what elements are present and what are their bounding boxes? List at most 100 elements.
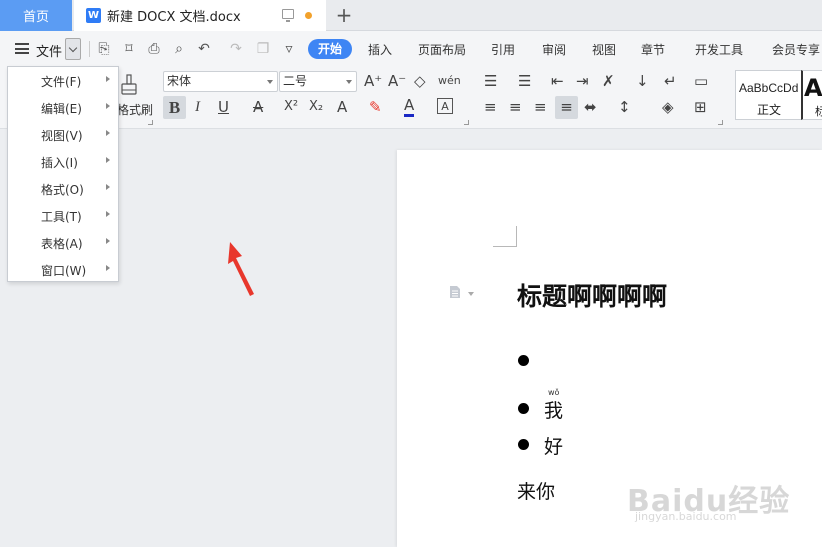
print-icon[interactable]: ⎙ bbox=[146, 41, 162, 57]
align-center-button[interactable]: ≡ bbox=[509, 97, 522, 117]
strikethrough-button[interactable]: A bbox=[253, 97, 263, 117]
group-expand-icon[interactable] bbox=[148, 120, 153, 125]
bullet-dot bbox=[518, 439, 529, 450]
paragraph-handle-icon[interactable] bbox=[449, 285, 461, 299]
ribbon-tab-start[interactable]: 开始 bbox=[308, 39, 353, 59]
subscript-button[interactable]: X₂ bbox=[309, 97, 323, 117]
style-heading[interactable]: A 标 bbox=[801, 70, 822, 120]
font-color-button[interactable]: A bbox=[404, 97, 415, 117]
group-expand-icon[interactable] bbox=[464, 120, 469, 125]
bullet-list-icon[interactable]: ☰ bbox=[484, 71, 497, 91]
menu-item-table[interactable]: 表格(A) bbox=[8, 229, 118, 256]
decrease-indent-icon[interactable]: ⇤ bbox=[551, 71, 564, 91]
submenu-arrow-icon bbox=[106, 211, 110, 217]
line-spacing-button[interactable]: ↕ bbox=[618, 97, 631, 117]
hamburger-menu-icon[interactable] bbox=[15, 43, 29, 54]
sort-icon[interactable]: ↓ bbox=[636, 71, 649, 91]
submenu-arrow-icon bbox=[106, 157, 110, 163]
font-family-value: 宋体 bbox=[167, 74, 192, 88]
numbered-list-icon[interactable]: ☰ bbox=[518, 71, 531, 91]
red-arrow-annotation bbox=[228, 242, 254, 296]
caret-down-icon bbox=[267, 80, 273, 84]
body-paragraph[interactable]: 来你 bbox=[517, 477, 555, 504]
ribbon-tab-references[interactable]: 引用 bbox=[491, 41, 515, 58]
menu-item-window[interactable]: 窗口(W) bbox=[8, 256, 118, 283]
shrink-font-icon[interactable]: A⁻ bbox=[388, 71, 406, 91]
ruler-icon[interactable]: ▭ bbox=[694, 71, 708, 91]
justify-button[interactable]: ≡ bbox=[555, 96, 578, 119]
document-heading[interactable]: 标题啊啊啊啊 bbox=[517, 277, 667, 313]
text-effect-button[interactable]: A bbox=[337, 97, 347, 117]
char-border-button[interactable]: A bbox=[437, 98, 453, 114]
clear-format-icon[interactable]: ◇ bbox=[414, 71, 426, 91]
style-heading-label: 标 bbox=[815, 105, 822, 118]
chinese-layout-icon[interactable]: ✗ bbox=[602, 71, 615, 91]
menu-item-label: 表格(A) bbox=[41, 237, 83, 251]
chevron-down-icon bbox=[68, 43, 78, 53]
ribbon-tab-page-layout[interactable]: 页面布局 bbox=[418, 41, 466, 58]
submenu-arrow-icon bbox=[106, 76, 110, 82]
save-icon[interactable]: ⎘ bbox=[96, 41, 112, 57]
menu-item-insert[interactable]: 插入(I) bbox=[8, 148, 118, 175]
menu-item-format[interactable]: 格式(O) bbox=[8, 175, 118, 202]
format-painter-brush-icon[interactable] bbox=[120, 74, 138, 98]
file-menu-dropdown-toggle[interactable] bbox=[65, 38, 81, 60]
highlight-color-button[interactable]: ✎ bbox=[369, 97, 382, 117]
ribbon-toolbar: 格式刷 宋体 二号 A⁺ A⁻ ◇ wén ☰ ☰ ⇤ ⇥ ✗ ↓ ↵ ▭ B … bbox=[0, 65, 822, 129]
ribbon-tab-member[interactable]: 会员专享 bbox=[772, 41, 820, 58]
ribbon-tab-review[interactable]: 审阅 bbox=[542, 41, 566, 58]
group-expand-icon[interactable] bbox=[718, 120, 723, 125]
format-painter-label[interactable]: 格式刷 bbox=[117, 101, 153, 118]
ribbon-tab-developer[interactable]: 开发工具 bbox=[695, 41, 743, 58]
submenu-arrow-icon bbox=[106, 184, 110, 190]
watermark-url: jingyan.baidu.com bbox=[635, 510, 737, 523]
menu-item-file[interactable]: 文件(F) bbox=[8, 67, 118, 94]
distribute-button[interactable]: ⬌ bbox=[584, 97, 597, 117]
caret-down-icon[interactable] bbox=[468, 292, 474, 296]
caret-down-icon bbox=[346, 80, 352, 84]
bold-button[interactable]: B bbox=[163, 96, 186, 119]
grow-font-icon[interactable]: A⁺ bbox=[364, 71, 382, 91]
menu-item-tools[interactable]: 工具(T) bbox=[8, 202, 118, 229]
file-menu-button[interactable]: 文件 bbox=[36, 41, 62, 60]
new-tab-button[interactable]: + bbox=[334, 3, 354, 27]
undo-icon[interactable]: ↶ bbox=[196, 41, 212, 57]
screen-icon[interactable] bbox=[282, 9, 294, 22]
copy-icon[interactable]: ❐ bbox=[255, 41, 271, 57]
font-size-select[interactable]: 二号 bbox=[279, 71, 357, 92]
list-item[interactable]: 我 bbox=[544, 396, 563, 423]
style-normal[interactable]: AaBbCcDd 正文 bbox=[735, 70, 805, 120]
menu-row: 文件 ⎘ ⌑ ⎙ ⌕ ↶ ↷ ❐ ▿ 开始 插入 页面布局 引用 审阅 视图 章… bbox=[0, 31, 822, 65]
borders-button[interactable]: ⊞ bbox=[694, 97, 707, 117]
print-preview-icon[interactable]: ⌕ bbox=[171, 41, 187, 57]
ribbon-tab-insert[interactable]: 插入 bbox=[368, 41, 392, 58]
menu-item-edit[interactable]: 编辑(E) bbox=[8, 94, 118, 121]
increase-indent-icon[interactable]: ⇥ bbox=[576, 71, 589, 91]
redo-icon[interactable]: ↷ bbox=[228, 41, 244, 57]
style-normal-sample: AaBbCcDd bbox=[739, 81, 799, 95]
format-painter-icon[interactable]: ⌑ bbox=[121, 41, 137, 57]
pinyin-guide-icon[interactable]: wén bbox=[438, 71, 461, 91]
tab-document[interactable]: W 新建 DOCX 文档.docx bbox=[74, 0, 326, 31]
style-normal-label: 正文 bbox=[757, 103, 782, 117]
ribbon-tab-section[interactable]: 章节 bbox=[641, 41, 665, 58]
tab-bar: 首页 W 新建 DOCX 文档.docx + bbox=[0, 0, 822, 31]
font-family-select[interactable]: 宋体 bbox=[163, 71, 278, 92]
italic-button[interactable]: I bbox=[195, 97, 200, 117]
list-item[interactable]: 好 bbox=[544, 432, 563, 459]
align-right-button[interactable]: ≡ bbox=[534, 97, 547, 117]
more-icon[interactable]: ▿ bbox=[281, 41, 297, 57]
menu-item-view[interactable]: 视图(V) bbox=[8, 121, 118, 148]
tab-home[interactable]: 首页 bbox=[0, 0, 72, 31]
style-heading-sample: A bbox=[804, 74, 822, 102]
align-left-button[interactable]: ≡ bbox=[484, 97, 497, 117]
file-dropdown-menu: 文件(F) 编辑(E) 视图(V) 插入(I) 格式(O) 工具(T) 表格(A… bbox=[7, 66, 119, 282]
menu-item-label: 工具(T) bbox=[41, 210, 82, 224]
ribbon-tab-view[interactable]: 视图 bbox=[592, 41, 616, 58]
superscript-button[interactable]: X² bbox=[284, 97, 298, 117]
underline-button[interactable]: U bbox=[218, 97, 229, 117]
shading-button[interactable]: ◈ bbox=[662, 97, 674, 117]
menu-item-label: 窗口(W) bbox=[41, 264, 87, 278]
show-marks-icon[interactable]: ↵ bbox=[664, 71, 677, 91]
font-size-value: 二号 bbox=[283, 74, 308, 88]
